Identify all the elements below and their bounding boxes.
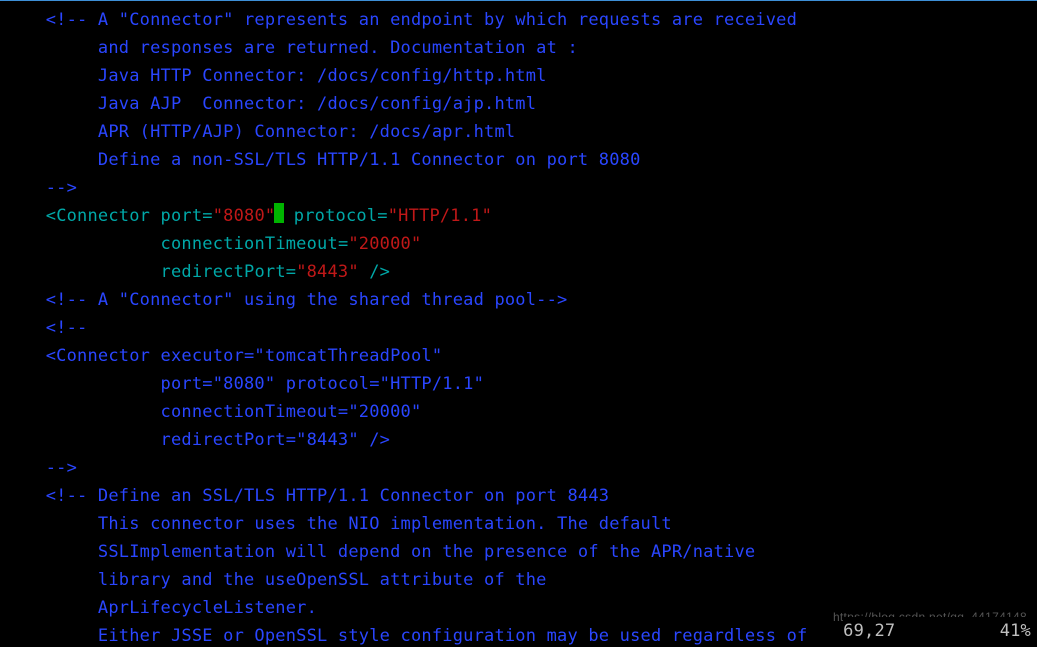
comment-line: redirectPort="8443" />	[4, 430, 390, 450]
comment-line: Java HTTP Connector: /docs/config/http.h…	[4, 66, 547, 86]
tag-open-delim: <	[4, 206, 56, 226]
comment-line: <Connector executor="tomcatThreadPool"	[4, 346, 442, 366]
attr-name: connectionTimeout	[161, 234, 338, 254]
comment-line: AprLifecycleListener.	[4, 598, 317, 618]
tag-name: Connector	[56, 206, 160, 226]
comment-line: Java AJP Connector: /docs/config/ajp.htm…	[4, 94, 536, 114]
comment-line: <!-- A "Connector" represents an endpoin…	[4, 10, 797, 30]
equals-sign: =	[286, 262, 296, 282]
equals-sign: =	[377, 206, 387, 226]
comment-line: APR (HTTP/AJP) Connector: /docs/apr.html	[4, 122, 515, 142]
comment-line: -->	[4, 458, 77, 478]
attr-value: "20000"	[348, 234, 421, 254]
scroll-percent: 41%	[1000, 621, 1031, 641]
comment-line: port="8080" protocol="HTTP/1.1"	[4, 374, 484, 394]
editor-status-bar: 69,27 41%	[843, 617, 1037, 647]
attr-value: "8080"	[213, 206, 276, 226]
comment-line: and responses are returned. Documentatio…	[4, 38, 578, 58]
comment-line: <!-- A "Connector" using the shared thre…	[4, 290, 567, 310]
attr-name: protocol	[283, 206, 377, 226]
comment-line: -->	[4, 178, 77, 198]
equals-sign: =	[202, 206, 212, 226]
comment-line: This connector uses the NIO implementati…	[4, 514, 672, 534]
comment-line: library and the useOpenSSL attribute of …	[4, 570, 547, 590]
indent-pad	[4, 262, 161, 282]
code-line-connector-cont: connectionTimeout="20000"	[4, 234, 421, 254]
attr-name: port	[161, 206, 203, 226]
comment-line: connectionTimeout="20000"	[4, 402, 421, 422]
comment-line: SSLImplementation will depend on the pre…	[4, 542, 755, 562]
tag-close-delim: />	[359, 262, 390, 282]
code-line-connector-close: redirectPort="8443" />	[4, 262, 390, 282]
comment-line: <!--	[4, 318, 87, 338]
terminal-editor-view[interactable]: <!-- A "Connector" represents an endpoin…	[0, 0, 1037, 647]
comment-line: <!-- Define an SSL/TLS HTTP/1.1 Connecto…	[4, 486, 609, 506]
attr-value: "8443"	[296, 262, 359, 282]
attr-value: "HTTP/1.1"	[388, 206, 492, 226]
status-gap	[895, 621, 999, 641]
cursor-position: 69,27	[843, 621, 895, 641]
indent-pad	[4, 234, 161, 254]
comment-line: Define a non-SSL/TLS HTTP/1.1 Connector …	[4, 150, 641, 170]
comment-line: Either JSSE or OpenSSL style configurati…	[4, 626, 807, 646]
attr-name: redirectPort	[161, 262, 286, 282]
code-line-connector-open: <Connector port="8080" protocol="HTTP/1.…	[4, 206, 492, 226]
equals-sign: =	[338, 234, 348, 254]
